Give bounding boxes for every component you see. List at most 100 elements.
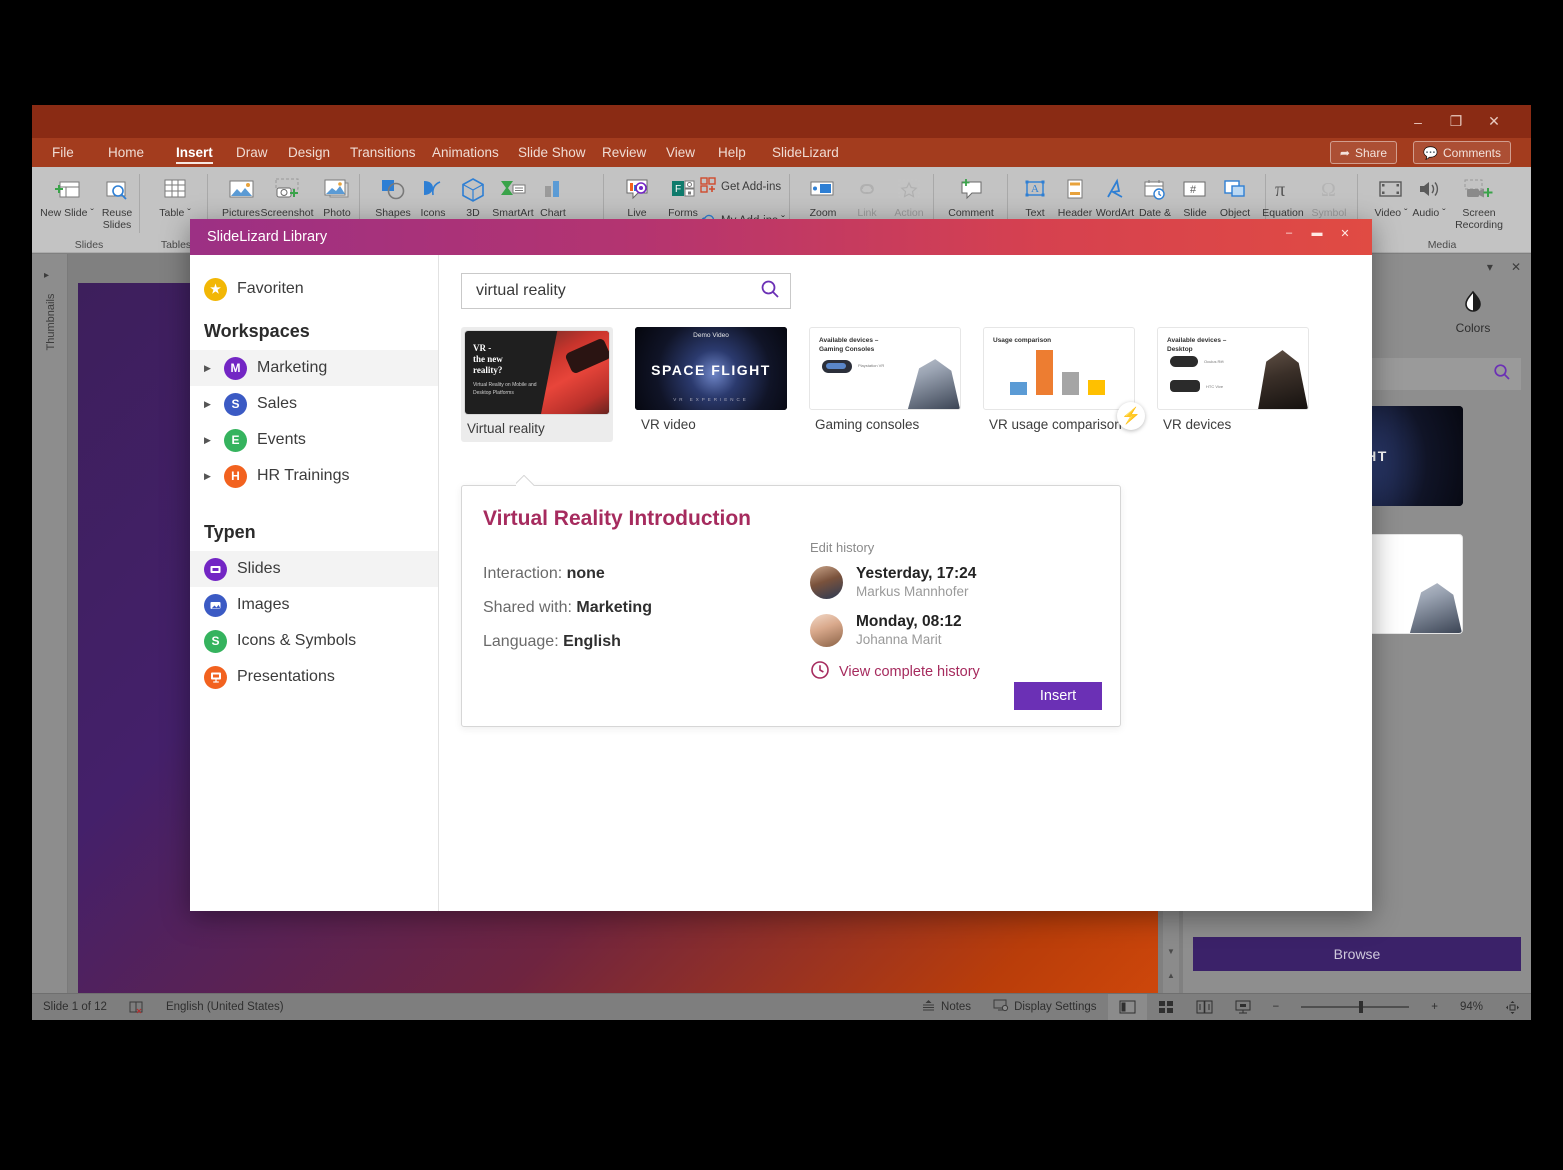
result-card-gaming-consoles[interactable]: Available devices –Gaming Consoles Plays… bbox=[809, 327, 961, 442]
photo-album-icon bbox=[322, 173, 352, 207]
table-icon bbox=[161, 173, 189, 207]
chevron-right-icon[interactable]: ▶ bbox=[204, 471, 214, 482]
result-card-vr-video[interactable]: Demo Video SPACE FLIGHT VR EXPERIENCE VR… bbox=[635, 327, 787, 442]
tab-help[interactable]: Help bbox=[710, 138, 754, 167]
notes-button[interactable]: Notes bbox=[910, 999, 982, 1015]
tab-slide-show[interactable]: Slide Show bbox=[510, 138, 594, 167]
browse-button[interactable]: Browse bbox=[1193, 937, 1521, 971]
slidelizard-library-dialog: SlideLizard Library – ▬ ✕ ★ Favoriten Wo… bbox=[190, 219, 1372, 911]
text-box-label: Text bbox=[1025, 207, 1044, 219]
status-bar: Slide 1 of 12 English (United States) No… bbox=[32, 993, 1531, 1020]
sidebar-item-images[interactable]: Images bbox=[190, 587, 438, 623]
zoom-level[interactable]: 94% bbox=[1449, 1001, 1494, 1013]
action-button[interactable]: Action bbox=[880, 173, 938, 219]
sidebar-item-hr-trainings[interactable]: ▶ H HR Trainings bbox=[190, 458, 438, 494]
chart-button[interactable]: Chart bbox=[524, 173, 582, 219]
slide-sorter-button[interactable] bbox=[1147, 1000, 1185, 1014]
insert-button[interactable]: Insert bbox=[1014, 682, 1102, 710]
chevron-right-icon[interactable]: ▶ bbox=[204, 363, 214, 374]
tab-home[interactable]: Home bbox=[100, 138, 152, 167]
result-card-vr-usage-comparison[interactable]: Usage comparison ⚡ VR usage comparison bbox=[983, 327, 1135, 442]
slide-show-button[interactable] bbox=[1224, 1000, 1262, 1014]
svg-text:Ω: Ω bbox=[1321, 179, 1336, 201]
tab-file[interactable]: File bbox=[44, 138, 82, 167]
task-pane-menu-icon[interactable]: ▾ bbox=[1487, 260, 1493, 274]
table-label: Table ˇ bbox=[159, 207, 191, 219]
search-input[interactable] bbox=[474, 281, 760, 301]
psvr-device-graphic bbox=[822, 360, 852, 373]
search-icon[interactable] bbox=[760, 279, 780, 304]
sidebar-item-icons-symbols[interactable]: S Icons & Symbols bbox=[190, 623, 438, 659]
slide-title-text: Available devices –Gaming Consoles bbox=[819, 336, 878, 354]
photo-album-button[interactable]: Photo bbox=[308, 173, 366, 219]
result-card-vr-devices[interactable]: Available devices –Desktop Oculus Rift H… bbox=[1157, 327, 1309, 442]
minimize-button[interactable]: – bbox=[1399, 105, 1437, 138]
tab-draw[interactable]: Draw bbox=[228, 138, 276, 167]
tab-slidelizard[interactable]: SlideLizard bbox=[764, 138, 847, 167]
screen-recording-button[interactable]: Screen Recording bbox=[1442, 173, 1516, 231]
forms-label: Forms bbox=[668, 207, 698, 219]
previous-slide-icon[interactable]: ▲ bbox=[1163, 968, 1179, 982]
chevron-right-icon[interactable]: ▸ bbox=[44, 270, 49, 281]
zoom-out-button[interactable]: − bbox=[1262, 1001, 1291, 1013]
sidebar-item-label: Marketing bbox=[257, 359, 327, 377]
space-artwork: Demo Video SPACE FLIGHT VR EXPERIENCE bbox=[635, 327, 787, 410]
sidebar-item-favorites[interactable]: ★ Favoriten bbox=[190, 271, 438, 307]
reading-view-button[interactable] bbox=[1185, 1000, 1224, 1014]
tab-review[interactable]: Review bbox=[594, 138, 654, 167]
sidebar-item-label: Events bbox=[257, 431, 306, 449]
sidebar-item-marketing[interactable]: ▶ M Marketing bbox=[190, 350, 438, 386]
share-button[interactable]: ➦ Share bbox=[1330, 141, 1397, 164]
close-button[interactable]: ✕ bbox=[1475, 105, 1513, 138]
get-addins-button[interactable]: Get Add-ins bbox=[700, 177, 781, 196]
tab-view[interactable]: View bbox=[658, 138, 703, 167]
chevron-right-icon[interactable]: ▶ bbox=[204, 399, 214, 410]
dialog-maximize-button[interactable]: ▬ bbox=[1304, 219, 1330, 247]
tab-animations[interactable]: Animations bbox=[424, 138, 507, 167]
lightning-icon[interactable]: ⚡ bbox=[1117, 402, 1145, 430]
maximize-button[interactable]: ❐ bbox=[1437, 105, 1475, 138]
spell-check-icon[interactable] bbox=[118, 1001, 155, 1014]
view-complete-history-link[interactable]: View complete history bbox=[810, 660, 1100, 684]
colors-tool[interactable]: Colors bbox=[1415, 290, 1531, 352]
thumbnails-rail[interactable]: ▸ Thumbnails bbox=[32, 254, 68, 993]
library-search-box[interactable] bbox=[461, 273, 791, 309]
zoom-in-button[interactable]: + bbox=[1420, 1001, 1449, 1013]
sidebar-item-sales[interactable]: ▶ S Sales bbox=[190, 386, 438, 422]
ribbon-tab-strip: File Home Insert Draw Design Transitions… bbox=[32, 138, 1531, 167]
scroll-down-icon[interactable]: ▼ bbox=[1163, 944, 1179, 958]
zoom-slider[interactable] bbox=[1290, 1006, 1420, 1008]
fit-to-window-icon[interactable] bbox=[1494, 1000, 1531, 1015]
symbol-button[interactable]: Ω Symbol bbox=[1300, 173, 1358, 219]
notes-label: Notes bbox=[941, 1001, 971, 1013]
sidebar-item-label: Images bbox=[237, 596, 289, 614]
comment-button[interactable]: Comment bbox=[942, 173, 1000, 219]
dialog-minimize-button[interactable]: – bbox=[1276, 219, 1302, 247]
dialog-close-button[interactable]: ✕ bbox=[1332, 219, 1358, 247]
get-addins-label: Get Add-ins bbox=[721, 181, 781, 193]
language-indicator[interactable]: English (United States) bbox=[155, 1001, 295, 1013]
share-icon: ➦ bbox=[1340, 146, 1350, 160]
dialog-title: SlideLizard Library bbox=[190, 229, 327, 245]
tab-design[interactable]: Design bbox=[280, 138, 338, 167]
device-label-2: HTC Vive bbox=[1206, 384, 1223, 389]
tab-insert[interactable]: Insert bbox=[168, 138, 221, 167]
zoom-slider-knob[interactable] bbox=[1359, 1001, 1363, 1013]
ribbon-group-slides: New Slide ˇ Reuse Slides Slides bbox=[38, 167, 140, 253]
comments-button[interactable]: 💬 Comments bbox=[1413, 141, 1511, 164]
sidebar-item-presentations[interactable]: Presentations bbox=[190, 659, 438, 695]
sidebar-item-slides[interactable]: Slides bbox=[190, 551, 438, 587]
reuse-slides-button[interactable]: Reuse Slides bbox=[88, 173, 146, 231]
result-card-virtual-reality[interactable]: VR -the newreality? Virtual Reality on M… bbox=[461, 327, 613, 442]
display-settings-button[interactable]: Display Settings bbox=[982, 999, 1107, 1015]
slide-counter[interactable]: Slide 1 of 12 bbox=[32, 1001, 118, 1013]
normal-view-button[interactable] bbox=[1108, 994, 1147, 1021]
gamer-photo bbox=[1400, 575, 1462, 633]
table-button[interactable]: Table ˇ bbox=[146, 173, 204, 219]
task-pane-close-icon[interactable]: ✕ bbox=[1511, 260, 1521, 274]
tab-transitions[interactable]: Transitions bbox=[342, 138, 424, 167]
chevron-right-icon[interactable]: ▶ bbox=[204, 435, 214, 446]
pictures-label: Pictures bbox=[222, 207, 260, 219]
sidebar-item-events[interactable]: ▶ E Events bbox=[190, 422, 438, 458]
svg-text:F: F bbox=[675, 184, 681, 195]
